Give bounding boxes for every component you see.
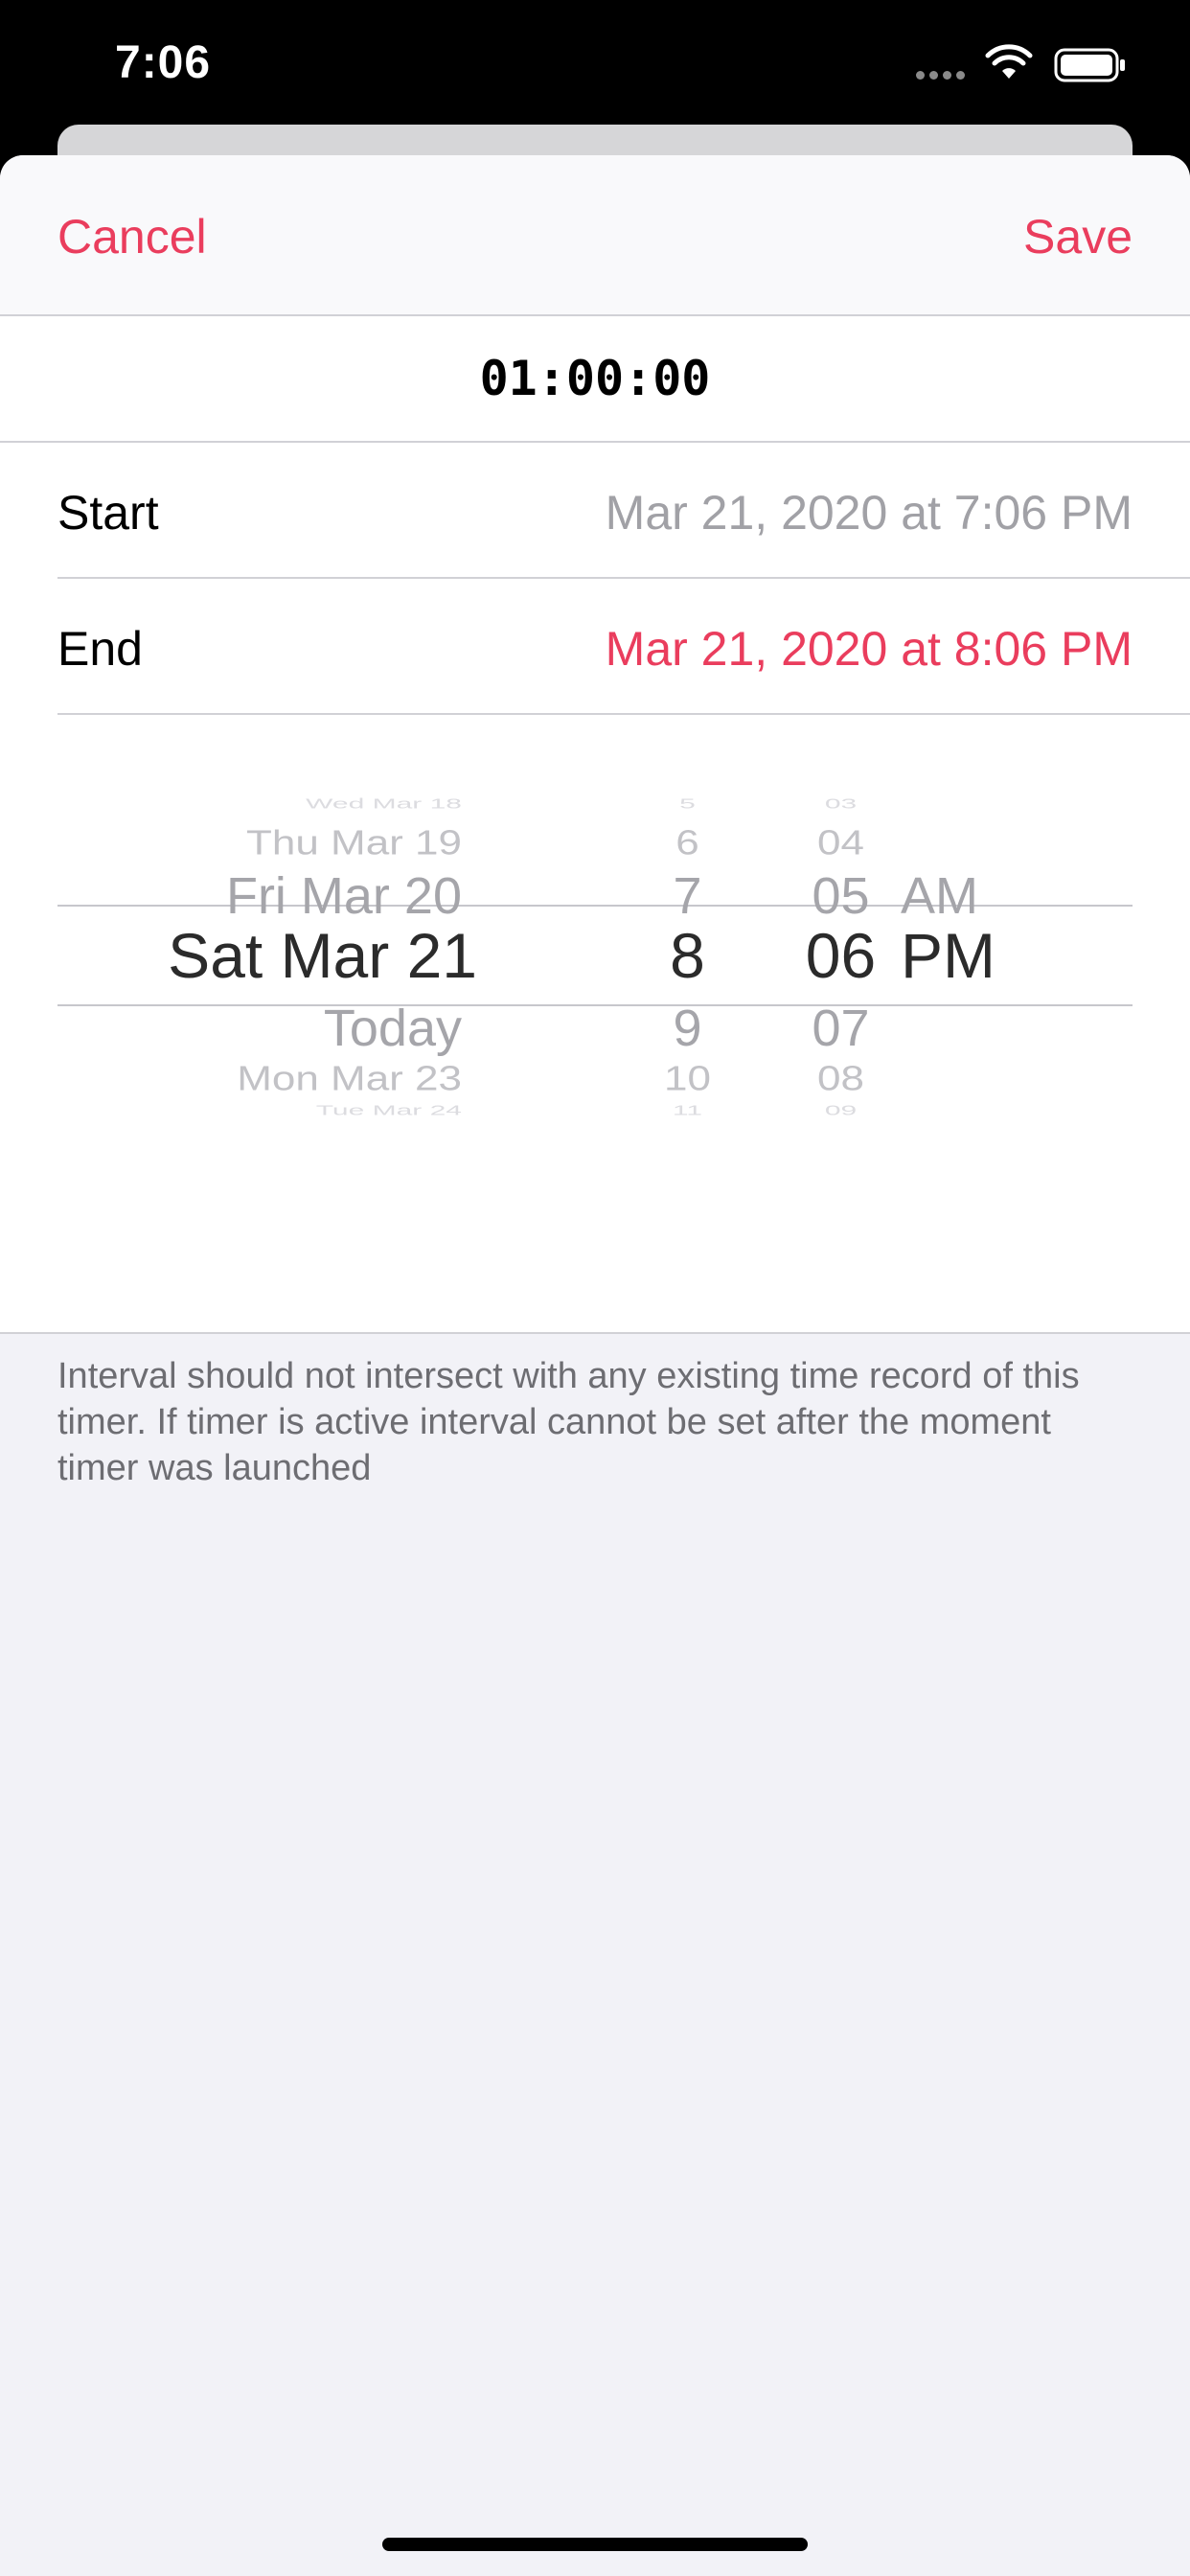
picker-day-item[interactable]: Fri Mar 20 <box>226 870 462 922</box>
picker-pm-item-selected[interactable]: PM <box>901 924 995 987</box>
picker-selection-bottom-line <box>57 1004 1133 1006</box>
start-row[interactable]: Start Mar 21, 2020 at 7:06 PM <box>57 443 1190 579</box>
picker-minute-item[interactable]: 04 <box>771 826 910 861</box>
picker-day-item[interactable]: Wed Mar 18 <box>306 796 462 812</box>
wifi-icon <box>985 44 1033 79</box>
cellular-signal-icon <box>916 71 965 80</box>
picker-hour-item-selected[interactable]: 8 <box>623 924 752 987</box>
date-time-picker[interactable]: Wed Mar 18 Thu Mar 19 Fri Mar 20 Sat Mar… <box>57 715 1133 1290</box>
picker-minute-item[interactable]: 05 <box>771 870 910 922</box>
end-row[interactable]: End Mar 21, 2020 at 8:06 PM <box>57 579 1190 715</box>
picker-hour-item[interactable]: 5 <box>623 796 752 812</box>
picker-day-item[interactable]: Thu Mar 19 <box>246 826 462 861</box>
save-button[interactable]: Save <box>1023 209 1133 264</box>
battery-icon <box>1054 48 1125 82</box>
end-value: Mar 21, 2020 at 8:06 PM <box>605 622 1133 676</box>
interval-form: 01:00:00 Start Mar 21, 2020 at 7:06 PM E… <box>0 316 1190 1334</box>
picker-am-item[interactable]: AM <box>901 870 978 922</box>
picker-minute-item[interactable]: 09 <box>771 1103 910 1118</box>
picker-hour-item[interactable]: 11 <box>623 1103 752 1118</box>
picker-minute-item-selected[interactable]: 06 <box>771 924 910 987</box>
picker-day-item[interactable]: Today <box>324 1002 462 1054</box>
modal-sheet: Cancel Save 01:00:00 Start Mar 21, 2020 … <box>0 155 1190 2576</box>
picker-hour-item[interactable]: 7 <box>623 870 752 922</box>
picker-day-item[interactable]: Mon Mar 23 <box>237 1062 462 1096</box>
picker-hour-item[interactable]: 9 <box>623 1002 752 1054</box>
status-bar: 7:06 <box>0 0 1190 144</box>
start-value: Mar 21, 2020 at 7:06 PM <box>605 486 1133 540</box>
picker-hour-item[interactable]: 10 <box>623 1062 752 1096</box>
end-label: End <box>57 622 143 676</box>
picker-day-item-selected[interactable]: Sat Mar 21 <box>168 924 477 987</box>
navigation-bar: Cancel Save <box>0 155 1190 316</box>
home-indicator[interactable] <box>382 2538 808 2551</box>
picker-minute-item[interactable]: 07 <box>771 1002 910 1054</box>
cancel-button[interactable]: Cancel <box>57 209 207 264</box>
start-label: Start <box>57 486 159 540</box>
status-time: 7:06 <box>115 37 212 88</box>
duration-row: 01:00:00 <box>0 316 1190 443</box>
picker-hour-item[interactable]: 6 <box>623 826 752 861</box>
picker-minute-item[interactable]: 08 <box>771 1062 910 1096</box>
picker-minute-item[interactable]: 03 <box>771 796 910 812</box>
duration-value: 01:00:00 <box>479 351 711 406</box>
interval-footer-note: Interval should not intersect with any e… <box>57 1356 1080 1488</box>
picker-day-item[interactable]: Tue Mar 24 <box>316 1103 462 1118</box>
